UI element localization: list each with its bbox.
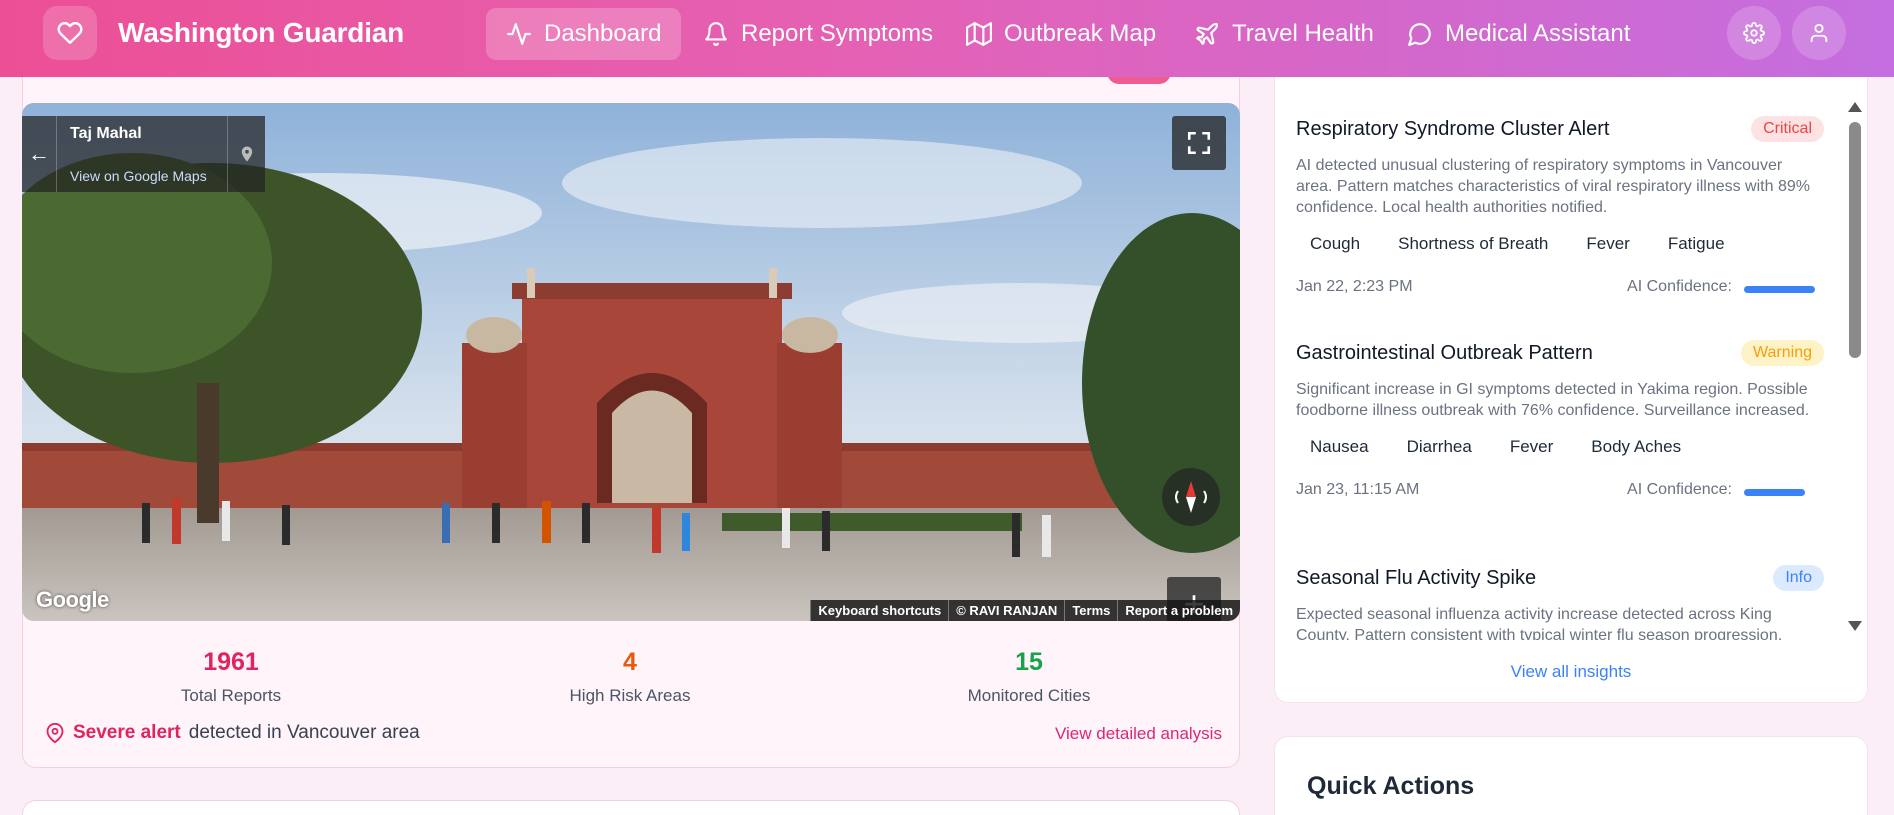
severity-badge: Warning	[1741, 340, 1824, 366]
nav-outbreak-map-label: Outbreak Map	[1004, 20, 1157, 47]
symptom-tag: Fever	[1586, 234, 1630, 253]
nav-travel-health-label: Travel Health	[1232, 20, 1374, 47]
insight-description: Significant increase in GI symptoms dete…	[1296, 381, 1810, 419]
insight-item[interactable]: Seasonal Flu Activity Spike Info Expecte…	[1296, 565, 1824, 640]
back-arrow-icon[interactable]: ←	[22, 116, 57, 192]
nav-medical-assistant-label: Medical Assistant	[1445, 20, 1631, 47]
nav-report-symptoms[interactable]: Report Symptoms	[683, 8, 953, 60]
insight-item[interactable]: Respiratory Syndrome Cluster Alert Criti…	[1296, 116, 1824, 300]
insight-description: Expected seasonal influenza activity inc…	[1296, 606, 1783, 640]
alert-severity: Severe alert	[73, 722, 181, 743]
quick-actions-title: Quick Actions	[1307, 772, 1475, 800]
stat-label: High Risk Areas	[569, 686, 691, 705]
compass-control[interactable]	[1162, 468, 1220, 526]
insight-title: Respiratory Syndrome Cluster Alert	[1296, 118, 1610, 140]
fullscreen-icon	[1187, 131, 1211, 155]
map-icon	[966, 22, 992, 46]
google-logo: Google	[36, 587, 109, 612]
symptom-tag: Nausea	[1310, 437, 1369, 456]
secondary-card	[22, 800, 1240, 815]
stat-label: Monitored Cities	[967, 686, 1091, 705]
gear-icon	[1743, 22, 1765, 44]
top-navbar: Washington Guardian Dashboard Report Sym…	[0, 0, 1894, 77]
map-pin-icon[interactable]	[227, 116, 265, 192]
street-view-place-name: Taj Mahal	[70, 125, 142, 142]
symptom-tags: Nausea Diarrhea Fever Body Aches	[1296, 435, 1824, 459]
confidence-label: AI Confidence:	[1627, 481, 1732, 498]
insight-title: Seasonal Flu Activity Spike	[1296, 567, 1537, 589]
confidence-label: AI Confidence:	[1627, 278, 1732, 295]
severity-badge: Critical	[1751, 116, 1824, 142]
symptom-tag: Fever	[1509, 437, 1554, 456]
activity-icon	[507, 23, 531, 45]
insight-meta: Jan 23, 11:15 AM AI Confidence:	[1296, 481, 1824, 503]
bell-icon	[705, 22, 727, 46]
street-view-panorama[interactable]: ← Taj Mahal View on Google Maps + − Goog…	[22, 103, 1240, 621]
report-problem-link[interactable]: Report a problem	[1117, 600, 1240, 621]
plane-icon	[1196, 22, 1219, 45]
insight-timestamp: Jan 23, 11:15 AM	[1296, 481, 1420, 498]
nav-medical-assistant[interactable]: Medical Assistant	[1387, 8, 1650, 60]
view-detailed-analysis-link[interactable]: View detailed analysis	[1055, 724, 1222, 744]
scroll-up-arrow[interactable]	[1848, 102, 1862, 112]
insights-list[interactable]: Respiratory Syndrome Cluster Alert Criti…	[1296, 105, 1824, 640]
chat-icon	[1408, 23, 1431, 46]
symptom-tag: Fatigue	[1667, 234, 1725, 253]
insight-item[interactable]: Gastrointestinal Outbreak Pattern Warnin…	[1296, 340, 1824, 503]
map-pin-icon	[46, 723, 64, 743]
keyboard-shortcuts-link[interactable]: Keyboard shortcuts	[810, 600, 949, 621]
insight-timestamp: Jan 22, 2:23 PM	[1296, 278, 1413, 295]
symptom-tag: Body Aches	[1591, 437, 1682, 456]
nav-dashboard[interactable]: Dashboard	[486, 8, 682, 60]
copyright-text: © RAVI RANJAN	[948, 600, 1065, 621]
stat-total-reports: 1961 Total Reports	[121, 648, 341, 706]
view-on-google-maps-link[interactable]: View on Google Maps	[70, 168, 207, 184]
insight-description: AI detected unusual clustering of respir…	[1296, 157, 1810, 216]
user-icon	[1810, 23, 1828, 43]
logo-badge[interactable]	[43, 6, 97, 60]
scroll-down-arrow[interactable]	[1848, 621, 1862, 631]
alert-banner: Severe alert detected in Vancouver area	[45, 722, 420, 744]
confidence-bar	[1744, 286, 1824, 293]
view-all-insights-link[interactable]: View all insights	[1274, 662, 1868, 682]
alert-text: detected in Vancouver area	[188, 722, 420, 743]
confidence-bar-fill	[1744, 286, 1816, 293]
stat-value: 15	[1015, 648, 1043, 676]
fullscreen-button[interactable]	[1172, 116, 1226, 170]
confidence-bar	[1744, 489, 1824, 496]
symptom-tag: Shortness of Breath	[1398, 234, 1549, 253]
street-view-info-box: ← Taj Mahal View on Google Maps	[22, 116, 265, 192]
brand-title[interactable]: Washington Guardian	[118, 17, 404, 49]
stat-high-risk-areas: 4 High Risk Areas	[520, 648, 740, 706]
nav-dashboard-label: Dashboard	[544, 20, 662, 47]
severity-badge: Info	[1773, 565, 1824, 591]
symptom-tag: Cough	[1310, 234, 1361, 253]
profile-button[interactable]	[1792, 6, 1846, 60]
terms-link[interactable]: Terms	[1064, 600, 1118, 621]
compass-icon	[1175, 481, 1207, 513]
symptom-tags: Cough Shortness of Breath Fever Fatigue	[1296, 232, 1824, 256]
stat-label: Total Reports	[180, 686, 282, 705]
nav-travel-health[interactable]: Travel Health	[1174, 8, 1394, 60]
nav-outbreak-map[interactable]: Outbreak Map	[946, 8, 1176, 60]
scrollbar-thumb[interactable]	[1849, 122, 1861, 358]
heart-icon	[57, 22, 83, 44]
stat-monitored-cities: 15 Monitored Cities	[919, 648, 1139, 706]
insight-meta: Jan 22, 2:23 PM AI Confidence:	[1296, 278, 1824, 300]
settings-button[interactable]	[1727, 6, 1781, 60]
stat-value: 4	[623, 648, 637, 676]
map-attribution: Keyboard shortcuts © RAVI RANJAN Terms R…	[810, 600, 1240, 621]
nav-report-symptoms-label: Report Symptoms	[741, 20, 934, 47]
symptom-tag: Diarrhea	[1406, 437, 1472, 456]
stat-value: 1961	[203, 648, 259, 676]
confidence-bar-fill	[1744, 489, 1805, 496]
